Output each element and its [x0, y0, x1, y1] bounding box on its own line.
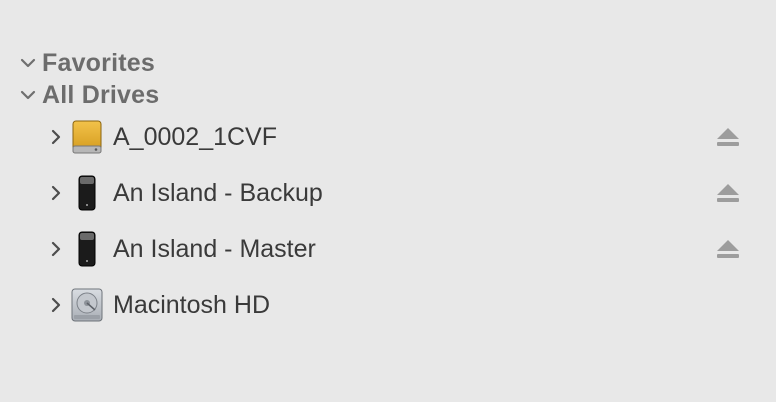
chevron-right-icon[interactable] [46, 237, 66, 261]
drive-name: Macintosh HD [113, 290, 270, 319]
sidebar-panel: Favorites All Drives A_0002_1CVF An Isla… [0, 0, 776, 402]
chevron-right-icon[interactable] [46, 181, 66, 205]
drive-name: A_0002_1CVF [113, 122, 278, 151]
eject-icon[interactable] [713, 179, 743, 207]
drive-name: An Island - Backup [113, 178, 323, 207]
chevron-right-icon[interactable] [46, 293, 66, 317]
drive-row-a-0002-1cvf[interactable]: A_0002_1CVF [46, 113, 762, 161]
section-all-drives-label: All Drives [42, 80, 160, 109]
external-drive-icon [70, 118, 104, 156]
chevron-right-icon[interactable] [46, 125, 66, 149]
chevron-down-icon[interactable] [18, 53, 38, 73]
portable-drive-icon [70, 230, 104, 268]
drive-name: An Island - Master [113, 234, 316, 263]
section-all-drives[interactable]: All Drives [18, 80, 159, 110]
portable-drive-icon [70, 174, 104, 212]
section-favorites-label: Favorites [42, 48, 155, 77]
internal-disk-icon [70, 286, 104, 324]
section-favorites[interactable]: Favorites [18, 48, 155, 78]
chevron-down-icon[interactable] [18, 85, 38, 105]
drive-row-an-island-master[interactable]: An Island - Master [46, 225, 762, 273]
drive-row-macintosh-hd[interactable]: Macintosh HD [46, 281, 762, 329]
eject-icon[interactable] [713, 235, 743, 263]
drive-row-an-island-backup[interactable]: An Island - Backup [46, 169, 762, 217]
eject-icon[interactable] [713, 123, 743, 151]
